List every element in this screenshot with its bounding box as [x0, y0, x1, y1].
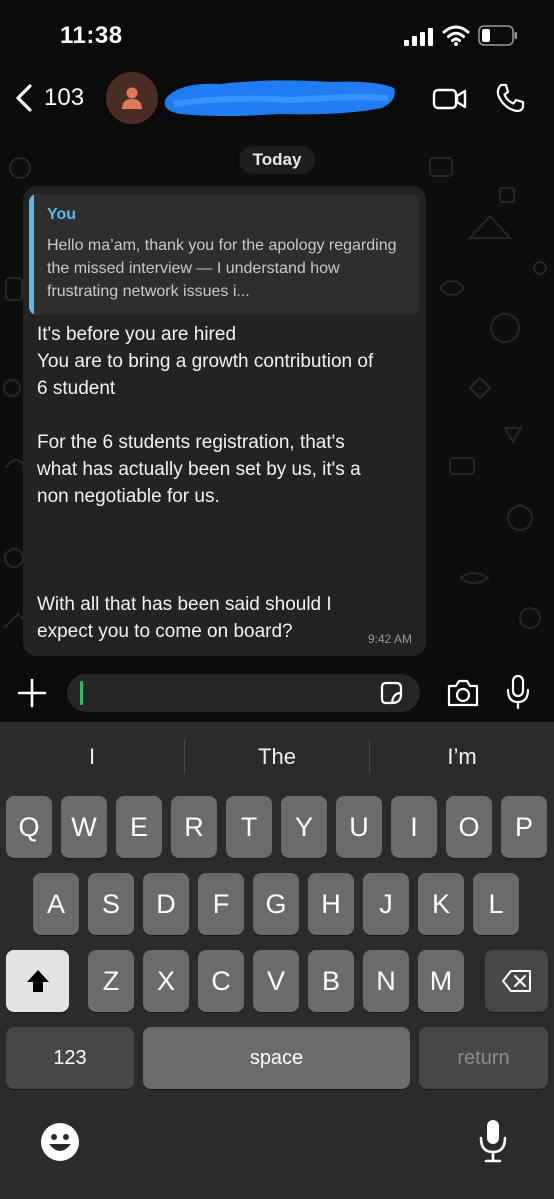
- key-c[interactable]: C: [198, 950, 244, 1012]
- key-f[interactable]: F: [198, 873, 244, 935]
- key-p[interactable]: P: [501, 796, 547, 858]
- message-line: With all that has been said should I: [37, 594, 332, 615]
- quote-author: You: [47, 206, 77, 223]
- key-s[interactable]: S: [88, 873, 134, 935]
- key-h[interactable]: H: [308, 873, 354, 935]
- redaction-scribble: [164, 80, 395, 116]
- keyboard: I The I’m Q W E R T Y U I O P A S D F G …: [0, 722, 554, 1199]
- suggestion-1[interactable]: I: [0, 744, 184, 770]
- text-cursor: [80, 681, 83, 705]
- microphone-icon[interactable]: [505, 674, 531, 710]
- key-t[interactable]: T: [226, 796, 272, 858]
- battery-icon: [478, 25, 517, 46]
- phone-icon[interactable]: [494, 82, 526, 114]
- quoted-reply[interactable]: You Hello ma’am, thank you for the apolo…: [29, 194, 419, 315]
- message-line: what has actually been set by us, it's a: [37, 459, 361, 480]
- numbers-key[interactable]: 123: [6, 1027, 134, 1089]
- key-m[interactable]: M: [418, 950, 464, 1012]
- message-input[interactable]: [67, 674, 420, 712]
- message-line: It's before you are hired: [37, 324, 237, 345]
- shift-key[interactable]: [6, 950, 69, 1012]
- key-u[interactable]: U: [336, 796, 382, 858]
- key-a[interactable]: A: [33, 873, 79, 935]
- message-line: 6 student: [37, 378, 116, 399]
- message-line: For the 6 students registration, that's: [37, 432, 345, 453]
- key-x[interactable]: X: [143, 950, 189, 1012]
- status-time: 11:38: [60, 22, 123, 49]
- shift-icon: [26, 970, 49, 992]
- message-line: You are to bring a growth contribution o…: [37, 351, 374, 372]
- key-l[interactable]: L: [473, 873, 519, 935]
- key-j[interactable]: J: [363, 873, 409, 935]
- key-e[interactable]: E: [116, 796, 162, 858]
- backspace-icon: [501, 970, 531, 992]
- date-chip: Today: [239, 146, 315, 174]
- key-z[interactable]: Z: [88, 950, 134, 1012]
- quote-text: Hello ma’am, thank you for the apology r…: [47, 237, 397, 300]
- key-w[interactable]: W: [61, 796, 107, 858]
- video-call-icon[interactable]: [432, 86, 468, 112]
- key-i[interactable]: I: [391, 796, 437, 858]
- key-n[interactable]: N: [363, 950, 409, 1012]
- chat-header: 103 +: [0, 72, 554, 128]
- backspace-key[interactable]: [485, 950, 548, 1012]
- message-line: expect you to come on board?: [37, 621, 293, 642]
- return-key[interactable]: return: [419, 1027, 548, 1089]
- dictation-icon[interactable]: [478, 1118, 508, 1164]
- back-chevron-icon[interactable]: [12, 82, 36, 114]
- message-timestamp: 9:42 AM: [367, 632, 412, 646]
- suggestion-2[interactable]: The: [185, 744, 369, 770]
- plus-icon[interactable]: [16, 677, 48, 709]
- space-key[interactable]: space: [143, 1027, 410, 1089]
- key-g[interactable]: G: [253, 873, 299, 935]
- suggestion-bar: I The I’m: [0, 722, 554, 794]
- message-bubble[interactable]: You Hello ma’am, thank you for the apolo…: [23, 186, 426, 656]
- key-b[interactable]: B: [308, 950, 354, 1012]
- suggestion-3[interactable]: I’m: [370, 744, 554, 770]
- cellular-signal-icon: [404, 28, 433, 46]
- sticker-icon[interactable]: [378, 680, 404, 706]
- message-line: non negotiable for us.: [37, 486, 220, 507]
- status-bar: 11:38: [0, 0, 554, 72]
- wifi-icon: [442, 25, 470, 46]
- quote-accent-bar: [29, 194, 34, 315]
- emoji-icon[interactable]: [40, 1122, 80, 1162]
- key-r[interactable]: R: [171, 796, 217, 858]
- key-d[interactable]: D: [143, 873, 189, 935]
- key-y[interactable]: Y: [281, 796, 327, 858]
- back-unread-count[interactable]: 103: [44, 84, 84, 112]
- input-bar: [0, 664, 554, 722]
- key-q[interactable]: Q: [6, 796, 52, 858]
- key-v[interactable]: V: [253, 950, 299, 1012]
- chat-body[interactable]: Today You Hello ma’am, thank you for the…: [0, 128, 554, 664]
- person-icon: [122, 87, 142, 109]
- camera-icon[interactable]: [446, 678, 480, 708]
- avatar[interactable]: [106, 72, 158, 124]
- key-k[interactable]: K: [418, 873, 464, 935]
- key-o[interactable]: O: [446, 796, 492, 858]
